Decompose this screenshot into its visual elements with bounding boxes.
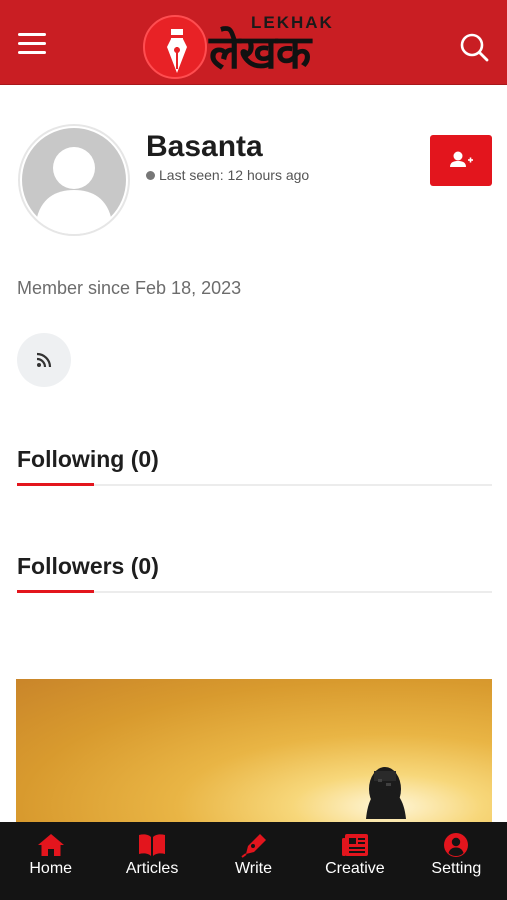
app-logo[interactable]: LEKHAK लेखक — [143, 10, 368, 80]
profile-name: Basanta — [146, 130, 263, 163]
logo-pen-nib-icon — [143, 15, 207, 79]
nav-setting-label: Setting — [431, 860, 482, 877]
hamburger-icon[interactable] — [18, 33, 48, 57]
nav-home[interactable]: Home — [0, 822, 101, 900]
nav-creative[interactable]: Creative — [304, 822, 405, 900]
last-seen-text: Last seen: 12 hours ago — [159, 167, 310, 183]
followers-divider — [17, 590, 492, 593]
logo-title: लेखक — [209, 25, 311, 79]
app-header: LEKHAK लेखक — [0, 0, 507, 85]
follow-button[interactable] — [430, 135, 492, 186]
book-icon — [139, 834, 166, 856]
followers-heading: Followers (0) — [17, 553, 159, 579]
nav-articles[interactable]: Articles — [101, 822, 202, 900]
newspaper-icon — [341, 834, 368, 856]
user-circle-icon — [444, 833, 469, 857]
home-icon — [37, 834, 64, 856]
avatar — [18, 124, 130, 236]
nav-home-label: Home — [29, 860, 73, 877]
pen-icon — [240, 834, 266, 858]
rss-button[interactable] — [17, 333, 71, 387]
following-heading: Following (0) — [17, 446, 159, 472]
nav-articles-label: Articles — [125, 860, 179, 877]
nav-creative-label: Creative — [325, 860, 385, 877]
promo-banner-image[interactable] — [16, 679, 492, 829]
status-dot-icon — [146, 171, 155, 180]
rss-icon — [36, 352, 52, 368]
bottom-nav: Home Articles Write Creative Setting — [0, 822, 507, 900]
nav-write[interactable]: Write — [203, 822, 304, 900]
add-user-icon — [450, 151, 473, 167]
following-divider — [17, 483, 492, 486]
last-seen-status: Last seen: 12 hours ago — [146, 167, 309, 183]
nav-write-label: Write — [234, 860, 273, 877]
member-since: Member since Feb 18, 2023 — [17, 278, 242, 298]
nav-setting[interactable]: Setting — [406, 822, 507, 900]
search-icon[interactable] — [458, 31, 490, 63]
